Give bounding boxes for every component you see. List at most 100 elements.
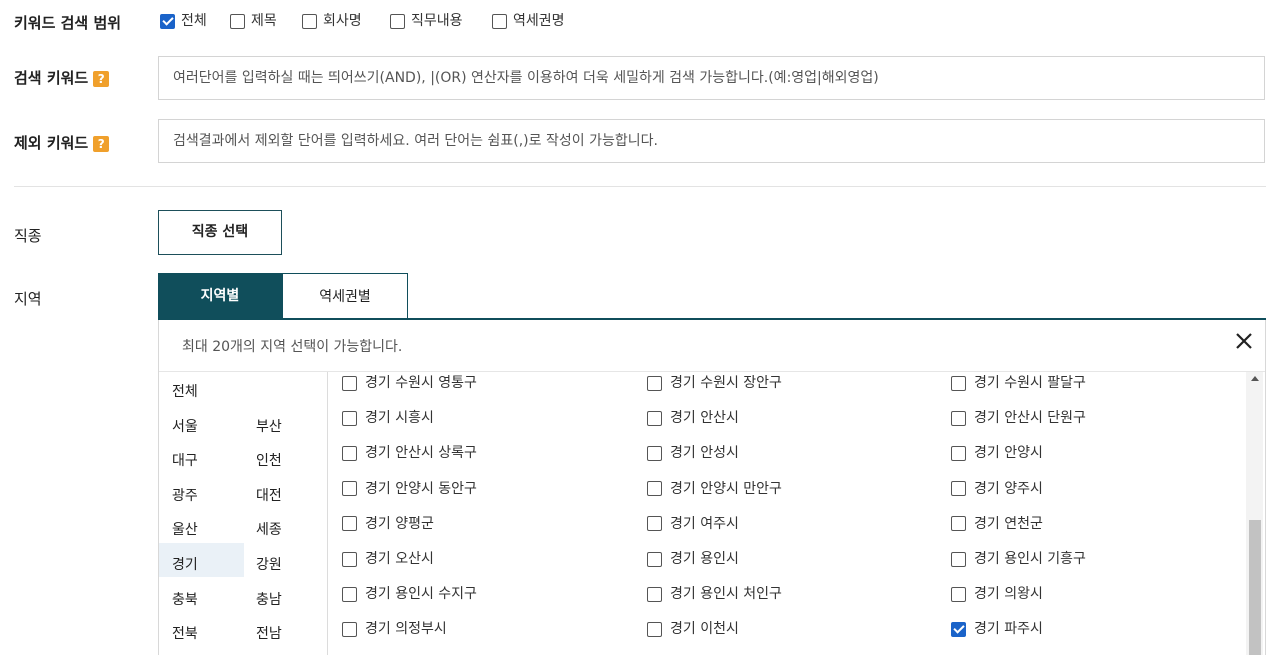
scope-option[interactable]: 역세권명: [492, 10, 565, 30]
tab-by-region[interactable]: 지역별: [158, 273, 282, 319]
province-item[interactable]: 전체: [172, 381, 198, 401]
checkbox[interactable]: [951, 481, 966, 497]
exclude-keyword-input[interactable]: 검색결과에서 제외할 단어를 입력하세요. 여러 단어는 쉼표(,)로 작성이 …: [158, 119, 1265, 163]
city-option[interactable]: 경기 양평군: [342, 513, 434, 533]
checkbox[interactable]: [951, 445, 966, 461]
checkbox[interactable]: [647, 621, 662, 637]
checkbox[interactable]: [951, 586, 966, 602]
checkbox[interactable]: [951, 621, 966, 637]
job-select-button[interactable]: 직종 선택: [158, 210, 282, 255]
job-label: 직종: [14, 227, 42, 245]
city-option[interactable]: 경기 시흥시: [342, 407, 434, 427]
checkbox[interactable]: [342, 551, 357, 567]
checkbox[interactable]: [342, 621, 357, 637]
checkbox[interactable]: [390, 13, 405, 29]
checkbox[interactable]: [647, 481, 662, 497]
city-option[interactable]: 경기 수원시 영통구: [342, 372, 477, 392]
province-item[interactable]: 울산: [172, 519, 198, 539]
scroll-up-icon[interactable]: [1251, 376, 1259, 381]
checkbox[interactable]: [647, 375, 662, 391]
scrollbar-thumb[interactable]: [1249, 520, 1261, 655]
province-item[interactable]: 세종: [256, 519, 282, 539]
city-option-label: 경기 의왕시: [974, 586, 1043, 603]
city-option-label: 경기 안양시 만안구: [670, 480, 782, 497]
checkbox[interactable]: [342, 481, 357, 497]
exclude-keyword-label-text: 제외 키워드: [14, 134, 89, 152]
city-option[interactable]: 경기 용인시: [647, 548, 739, 568]
scope-option-label: 전체: [181, 13, 207, 29]
province-item[interactable]: 경기: [172, 554, 198, 574]
city-option[interactable]: 경기 용인시 기흥구: [951, 548, 1086, 568]
city-option[interactable]: 경기 안성시: [647, 442, 739, 462]
city-option[interactable]: 경기 안산시: [647, 407, 739, 427]
checkbox[interactable]: [951, 410, 966, 426]
province-item[interactable]: 전북: [172, 623, 198, 643]
city-option[interactable]: 경기 연천군: [951, 513, 1043, 533]
region-limit-note: 최대 20개의 지역 선택이 가능합니다.: [182, 339, 403, 355]
help-icon[interactable]: ?: [93, 135, 110, 152]
checkbox[interactable]: [951, 551, 966, 567]
province-item[interactable]: 인천: [256, 450, 282, 470]
checkbox[interactable]: [302, 13, 317, 29]
province-item[interactable]: 광주: [172, 485, 198, 505]
checkbox[interactable]: [647, 551, 662, 567]
exclude-keyword-placeholder: 검색결과에서 제외할 단어를 입력하세요. 여러 단어는 쉼표(,)로 작성이 …: [173, 133, 658, 149]
province-item[interactable]: 강원: [256, 554, 282, 574]
checkbox[interactable]: [647, 410, 662, 426]
checkbox[interactable]: [951, 516, 966, 532]
tab-by-station[interactable]: 역세권별: [282, 273, 408, 319]
close-icon[interactable]: [1233, 330, 1255, 352]
city-option[interactable]: 경기 양주시: [951, 478, 1043, 498]
checkbox[interactable]: [230, 13, 245, 29]
city-option[interactable]: 경기 안양시: [951, 442, 1043, 462]
city-option[interactable]: 경기 용인시 수지구: [342, 583, 477, 603]
checkbox[interactable]: [342, 410, 357, 426]
checkbox[interactable]: [342, 516, 357, 532]
city-option[interactable]: 경기 의왕시: [951, 583, 1043, 603]
search-keyword-input[interactable]: 여러단어를 입력하실 때는 띄어쓰기(AND), |(OR) 연산자를 이용하여…: [158, 56, 1265, 100]
city-option[interactable]: 경기 안산시 단원구: [951, 407, 1086, 427]
checkbox[interactable]: [492, 13, 507, 29]
city-option-label: 경기 용인시: [670, 551, 739, 567]
city-option-label: 경기 용인시 처인구: [670, 586, 782, 603]
city-option-label: 경기 시흥시: [365, 410, 434, 427]
province-item[interactable]: 대전: [256, 485, 282, 505]
checkbox[interactable]: [342, 445, 357, 461]
city-option[interactable]: 경기 수원시 팔달구: [951, 372, 1086, 392]
checkbox[interactable]: [647, 586, 662, 602]
city-option[interactable]: 경기 안양시 동안구: [342, 478, 477, 498]
city-option[interactable]: 경기 안산시 상록구: [342, 442, 477, 462]
province-item[interactable]: 충북: [172, 589, 198, 609]
city-option-label: 경기 용인시 기흥구: [974, 551, 1086, 567]
help-icon[interactable]: ?: [93, 70, 110, 87]
province-item[interactable]: 대구: [172, 450, 198, 470]
city-option[interactable]: 경기 이천시: [647, 618, 739, 638]
exclude-keyword-label: 제외 키워드?: [14, 132, 110, 153]
city-option[interactable]: 경기 용인시 처인구: [647, 583, 782, 603]
city-option[interactable]: 경기 여주시: [647, 513, 739, 533]
city-option[interactable]: 경기 파주시: [951, 618, 1043, 638]
city-option[interactable]: 경기 의정부시: [342, 618, 447, 638]
province-item[interactable]: 서울: [172, 416, 198, 436]
city-option[interactable]: 경기 안양시 만안구: [647, 478, 782, 498]
scope-option[interactable]: 전체: [160, 10, 207, 30]
scope-option[interactable]: 회사명: [302, 10, 362, 30]
scope-option[interactable]: 직무내용: [390, 10, 463, 30]
checkbox[interactable]: [342, 375, 357, 391]
checkbox[interactable]: [342, 586, 357, 602]
checkbox[interactable]: [160, 13, 175, 29]
panel-top-border: [158, 318, 1266, 320]
panel-right-border: [1265, 320, 1266, 655]
city-option[interactable]: 경기 수원시 장안구: [647, 372, 782, 392]
search-keyword-placeholder: 여러단어를 입력하실 때는 띄어쓰기(AND), |(OR) 연산자를 이용하여…: [173, 70, 879, 86]
city-option-label: 경기 연천군: [974, 515, 1043, 532]
province-item[interactable]: 충남: [256, 589, 282, 609]
city-option[interactable]: 경기 오산시: [342, 548, 434, 568]
checkbox[interactable]: [647, 445, 662, 461]
scope-option[interactable]: 제목: [230, 10, 277, 30]
province-item[interactable]: 전남: [256, 623, 282, 643]
checkbox[interactable]: [647, 516, 662, 532]
checkbox[interactable]: [951, 375, 966, 391]
keyword-scope-label: 키워드 검색 범위: [14, 14, 122, 32]
province-item[interactable]: 부산: [256, 416, 282, 436]
